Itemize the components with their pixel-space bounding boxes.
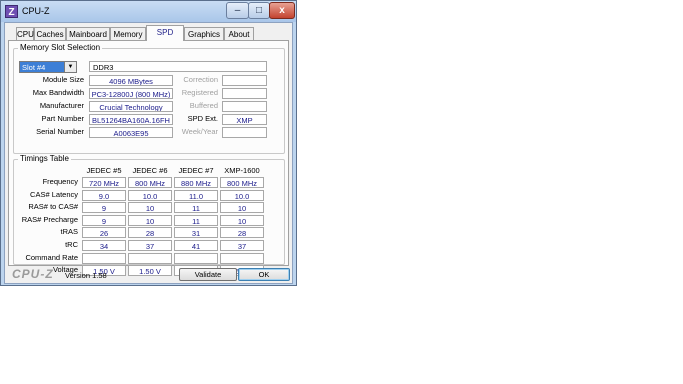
close-button[interactable]: x xyxy=(269,2,295,19)
memory-type-field: DDR3 xyxy=(89,61,267,72)
week-year-field xyxy=(222,127,267,138)
spd-ext-label: SPD Ext. xyxy=(187,114,218,123)
serial-number-label: Serial Number xyxy=(36,127,84,136)
tab-graphics[interactable]: Graphics xyxy=(184,27,224,40)
serial-number-field: A0063E95 xyxy=(89,127,173,138)
slot-select[interactable]: Slot #4 ▼ xyxy=(19,61,77,73)
slot-select-value: Slot #4 xyxy=(22,63,46,72)
timing-value-field: 9 xyxy=(82,202,126,214)
cpuz-app-icon: Z xyxy=(5,5,18,18)
timing-value-field: 37 xyxy=(128,240,172,251)
timing-value-field xyxy=(128,252,172,264)
module-size-field: 4096 MBytes xyxy=(89,75,173,86)
ok-button[interactable]: OK xyxy=(238,268,290,281)
timing-value-field: 10 xyxy=(220,214,264,226)
tab-memory[interactable]: Memory xyxy=(110,27,146,40)
timings-group: Timings Table JEDEC #5 JEDEC #6 JEDEC #7… xyxy=(13,154,285,277)
tab-caches[interactable]: Caches xyxy=(34,27,66,40)
maximize-button[interactable]: □ xyxy=(248,2,270,19)
max-bandwidth-label: Max Bandwidth xyxy=(32,88,84,97)
timing-value-field: 34 xyxy=(82,240,126,251)
tab-mainboard[interactable]: Mainboard xyxy=(66,27,110,40)
timing-value-field: 720 MHz xyxy=(82,177,126,188)
version-label: Version 1.58 xyxy=(65,271,107,280)
timing-col-header: JEDEC #5 xyxy=(86,166,122,175)
cpuz-window: Z CPU-Z – □ x CPU Caches Mainboard Memor… xyxy=(0,0,297,286)
timing-row-label: tRC xyxy=(65,240,78,249)
correction-label: Correction xyxy=(183,75,218,84)
tab-spd[interactable]: SPD xyxy=(146,25,184,41)
chevron-down-icon: ▼ xyxy=(64,62,76,72)
memory-slot-group-label: Memory Slot Selection xyxy=(18,43,103,52)
timing-col-header: XMP-1600 xyxy=(224,166,260,175)
timing-row-label: CAS# Latency xyxy=(30,189,78,199)
timing-value-field: 31 xyxy=(174,227,218,239)
client-area: CPU Caches Mainboard Memory SPD Graphics… xyxy=(4,22,293,284)
timing-value-field: 26 xyxy=(82,227,126,239)
spd-panel: Memory Slot Selection Slot #4 ▼ DDR3 Mod… xyxy=(8,40,289,277)
minimize-button[interactable]: – xyxy=(226,2,249,19)
max-bandwidth-field: PC3-12800J (800 MHz) xyxy=(89,88,173,99)
buffered-field xyxy=(222,101,267,112)
buffered-label: Buffered xyxy=(189,101,218,110)
timing-value-field: 28 xyxy=(128,227,172,239)
registered-label: Registered xyxy=(181,88,218,97)
timing-value-field xyxy=(174,252,218,264)
timing-value-field: 800 MHz xyxy=(128,177,172,188)
timing-value-field: 9 xyxy=(82,214,126,226)
timing-value-field: 800 MHz xyxy=(220,177,264,188)
timing-value-field: 28 xyxy=(220,227,264,239)
timing-row-label: Frequency xyxy=(42,177,78,186)
title-bar[interactable]: Z CPU-Z – □ x xyxy=(1,1,296,22)
timing-value-field: 11 xyxy=(174,214,218,226)
manufacturer-field: Crucial Technology xyxy=(89,101,173,112)
memory-slot-group: Memory Slot Selection Slot #4 ▼ DDR3 Mod… xyxy=(13,43,285,154)
timing-col-header: JEDEC #7 xyxy=(178,166,214,175)
timing-value-field: 10.0 xyxy=(128,189,172,201)
timing-value-field: 11 xyxy=(174,202,218,214)
timing-row-label: tRAS xyxy=(60,227,78,237)
timing-value-field: 1.50 V xyxy=(128,265,172,277)
validate-button[interactable]: Validate xyxy=(179,268,237,281)
spd-ext-field: XMP xyxy=(222,114,267,125)
part-number-field: BL51264BA160A.16FH xyxy=(89,114,173,125)
timing-value-field: 10.0 xyxy=(220,189,264,201)
timing-value-field: 10 xyxy=(128,214,172,226)
tab-cpu[interactable]: CPU xyxy=(16,27,34,40)
week-year-label: Week/Year xyxy=(181,127,218,136)
timing-value-field xyxy=(82,252,126,264)
part-number-label: Part Number xyxy=(41,114,84,123)
timings-group-label: Timings Table xyxy=(18,154,71,163)
timing-value-field: 37 xyxy=(220,240,264,251)
timing-row-label: RAS# to CAS# xyxy=(28,202,78,212)
timing-value-field: 41 xyxy=(174,240,218,251)
timing-value-field: 9.0 xyxy=(82,189,126,201)
tab-about[interactable]: About xyxy=(224,27,254,40)
timing-col-header: JEDEC #6 xyxy=(132,166,168,175)
timing-value-field: 880 MHz xyxy=(174,177,218,188)
module-size-label: Module Size xyxy=(42,75,84,84)
timing-value-field: 10 xyxy=(128,202,172,214)
manufacturer-label: Manufacturer xyxy=(39,101,84,110)
registered-field xyxy=(222,88,267,99)
window-title: CPU-Z xyxy=(22,6,50,16)
correction-field xyxy=(222,75,267,86)
timing-row-label: Command Rate xyxy=(25,252,78,262)
timing-value-field: 10 xyxy=(220,202,264,214)
timing-value-field: 11.0 xyxy=(174,189,218,201)
timing-row-label: RAS# Precharge xyxy=(21,214,78,224)
cpuz-logo: CPU-Z xyxy=(12,267,54,281)
timing-value-field xyxy=(220,252,264,264)
